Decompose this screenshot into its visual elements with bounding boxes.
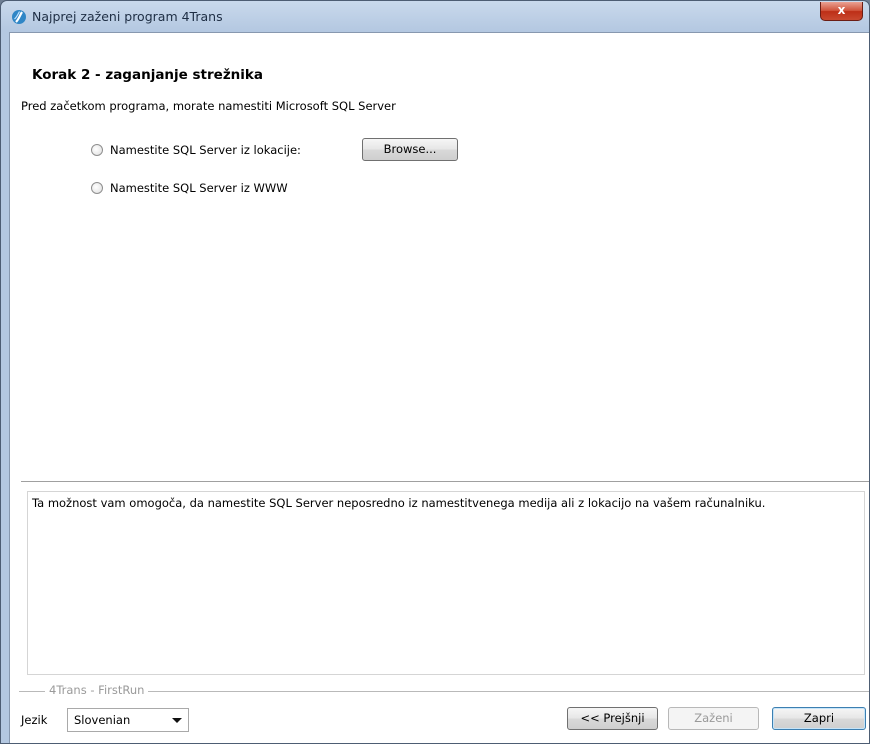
step-title: Korak 2 - zaganjanje strežnika [32,67,264,83]
content-divider [21,481,869,482]
language-select-value: Slovenian [74,713,131,727]
radio-button[interactable] [91,144,103,156]
back-button[interactable]: << Prejšnji [567,707,658,730]
footer-group-label: 4Trans - FirstRun [45,683,149,697]
option-install-from-www[interactable]: Namestite SQL Server iz WWW [91,178,288,198]
language-label: Jezik [21,713,48,727]
info-textbox[interactable]: Ta možnost vam omogoča, da namestite SQL… [27,491,865,675]
option-label: Namestite SQL Server iz lokacije: [110,143,301,157]
option-label: Namestite SQL Server iz WWW [110,181,288,195]
close-button[interactable]: Zapri [772,707,866,730]
close-icon[interactable]: x [820,2,863,21]
window-title: Najprej zaženi program 4Trans [32,9,223,24]
step-description: Pred začetkom programa, morate namestiti… [21,99,396,113]
title-bar[interactable]: Najprej zaženi program 4Trans x [1,1,869,33]
chevron-down-icon[interactable] [172,718,182,723]
run-button[interactable]: Zaženi [668,707,759,730]
option-install-from-location[interactable]: Namestite SQL Server iz lokacije: [91,140,301,160]
browse-button[interactable]: Browse... [362,138,458,161]
radio-button[interactable] [91,182,103,194]
language-select[interactable]: Slovenian [67,708,189,732]
app-icon [12,10,26,24]
dialog-window: Najprej zaženi program 4Trans x Korak 2 … [0,0,870,744]
